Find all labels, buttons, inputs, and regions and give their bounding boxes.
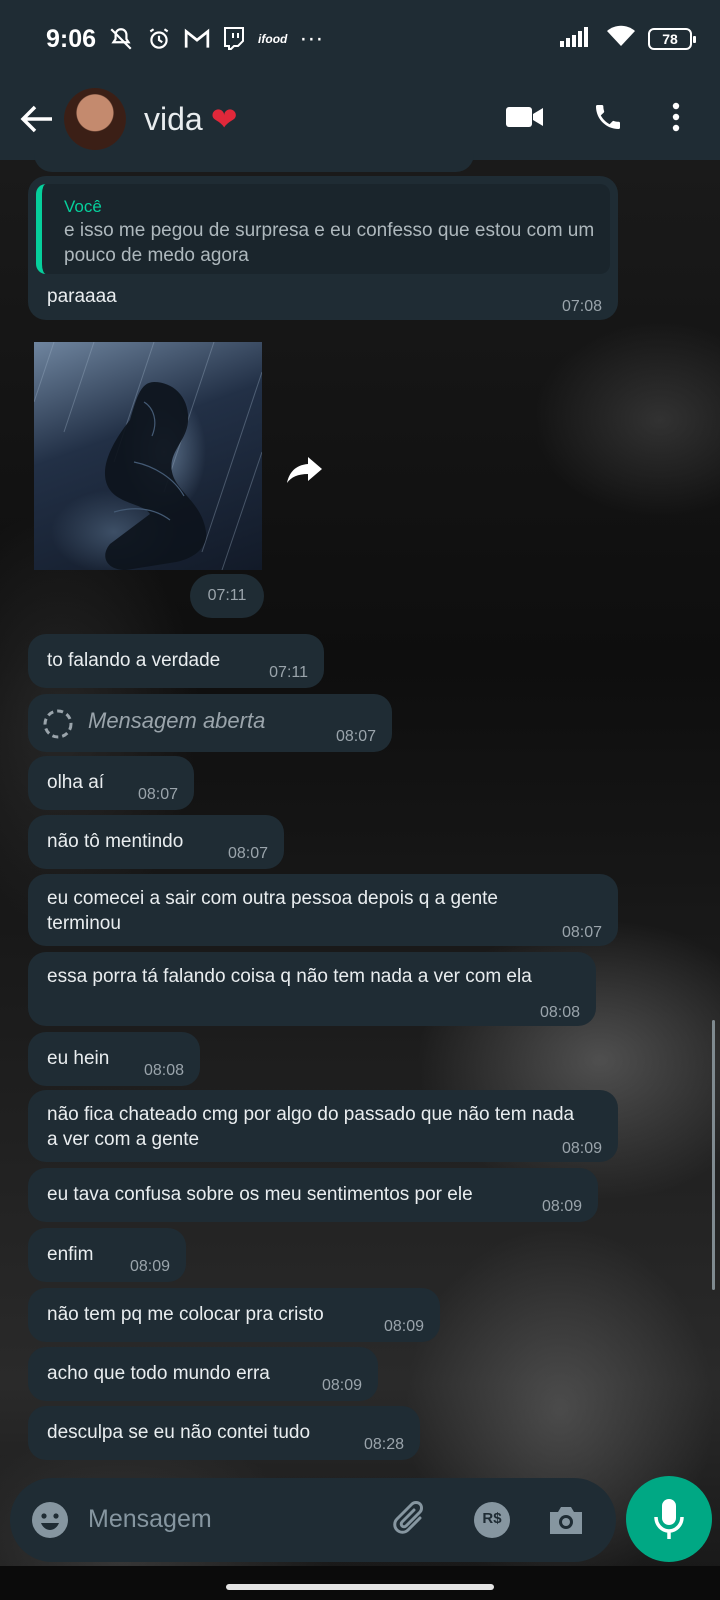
- message-bubble-reply[interactable]: Você e isso me pegou de surpresa e eu co…: [28, 176, 618, 320]
- message-time: 08:09: [541, 1198, 582, 1215]
- message-text: não tem pq me colocar pra cristo: [47, 1304, 324, 1325]
- message-bubble[interactable]: eu comecei a sair com outra pessoa depoi…: [28, 874, 618, 946]
- signal-icon: [560, 25, 594, 54]
- battery-level: 78: [662, 31, 678, 47]
- message-bubble-partial: [34, 150, 474, 172]
- message-text: eu comecei a sair com outra pessoa depoi…: [47, 888, 498, 934]
- emoji-button[interactable]: [30, 1500, 70, 1545]
- back-button[interactable]: [12, 104, 62, 134]
- message-time: 08:28: [363, 1436, 404, 1453]
- message-time: 08:09: [383, 1318, 424, 1335]
- message-text: não fica chateado cmg por algo do passad…: [47, 1104, 575, 1150]
- message-bubble[interactable]: desculpa se eu não contei tudo 08:28: [28, 1406, 420, 1460]
- message-bubble[interactable]: não tem pq me colocar pra cristo 08:09: [28, 1288, 440, 1342]
- attach-button[interactable]: [392, 1500, 432, 1545]
- alarm-icon: [146, 26, 172, 52]
- image-time-badge: 07:11: [190, 574, 264, 618]
- video-camera-icon: [506, 106, 543, 127]
- image-message[interactable]: [33, 341, 263, 571]
- more-notifications-icon: ···: [299, 25, 324, 52]
- message-time: 07:11: [269, 664, 308, 681]
- battery-icon: 78: [648, 28, 696, 50]
- message-text: essa porra tá falando coisa q não tem na…: [47, 966, 532, 987]
- message-bubble[interactable]: to falando a verdade 07:11: [28, 634, 324, 688]
- contact-name[interactable]: vida ❤: [144, 100, 238, 138]
- view-once-label: Mensagem aberta: [88, 708, 266, 733]
- message-time: 08:08: [539, 1004, 580, 1021]
- view-once-icon: [42, 708, 74, 747]
- quoted-message[interactable]: Você e isso me pegou de surpresa e eu co…: [36, 184, 610, 274]
- message-time: 08:09: [129, 1258, 170, 1275]
- message-time: 07:08: [561, 298, 602, 315]
- spiderman-image: [33, 341, 263, 571]
- heart-icon: ❤: [210, 101, 238, 137]
- message-bubble[interactable]: eu tava confusa sobre os meu sentimentos…: [28, 1168, 598, 1222]
- message-text: não tô mentindo: [47, 831, 184, 852]
- kebab-menu-icon: [672, 102, 680, 131]
- message-text: enfim: [47, 1244, 94, 1265]
- message-bubble[interactable]: olha aí 08:07: [28, 756, 194, 810]
- message-time: 08:09: [321, 1377, 362, 1394]
- contact-name-label: vida: [144, 100, 203, 137]
- status-bar: 9:06 ifood ··· 78: [0, 0, 720, 78]
- home-gesture-bar[interactable]: [226, 1584, 494, 1590]
- payment-label: R$: [482, 1510, 502, 1527]
- twitch-icon: [222, 26, 246, 52]
- message-bubble[interactable]: eu hein 08:08: [28, 1032, 200, 1086]
- message-text: eu tava confusa sobre os meu sentimentos…: [47, 1184, 473, 1205]
- quote-text: e isso me pegou de surpresa e eu confess…: [64, 220, 595, 266]
- forward-button[interactable]: [286, 455, 324, 490]
- message-time: 08:07: [137, 786, 178, 803]
- forward-arrow-icon: [287, 457, 322, 483]
- chat-header: vida ❤: [0, 78, 720, 160]
- message-bubble-view-once[interactable]: Mensagem aberta 08:07: [28, 694, 392, 752]
- message-bubble[interactable]: essa porra tá falando coisa q não tem na…: [28, 952, 596, 1026]
- message-time: 07:11: [207, 587, 247, 604]
- contact-avatar[interactable]: [64, 88, 126, 150]
- ifood-icon: ifood: [258, 32, 288, 46]
- wifi-icon: [606, 24, 636, 55]
- message-text: desculpa se eu não contei tudo: [47, 1422, 311, 1443]
- mute-icon: [108, 26, 134, 52]
- microphone-icon: [654, 1499, 684, 1539]
- emoji-icon: [32, 1502, 68, 1538]
- message-time: 08:07: [227, 845, 268, 862]
- system-nav-bar: [0, 1566, 720, 1600]
- message-input[interactable]: Mensagem: [88, 1505, 212, 1534]
- paperclip-icon: [393, 1501, 423, 1534]
- message-bubble[interactable]: acho que todo mundo erra 08:09: [28, 1347, 378, 1401]
- message-time: 08:09: [561, 1140, 602, 1157]
- message-bubble[interactable]: não tô mentindo 08:07: [28, 815, 284, 869]
- payment-button[interactable]: R$: [472, 1500, 512, 1545]
- message-time: 08:07: [335, 728, 376, 745]
- message-composer[interactable]: Mensagem R$: [10, 1478, 616, 1562]
- message-text: acho que todo mundo erra: [47, 1363, 270, 1384]
- message-bubble[interactable]: enfim 08:09: [28, 1228, 186, 1282]
- chat-scrollbar[interactable]: [712, 1020, 715, 1290]
- message-text: paraaaa: [47, 286, 117, 307]
- status-time: 9:06: [46, 24, 97, 53]
- phone-icon: [596, 104, 620, 129]
- voice-message-button[interactable]: [626, 1476, 712, 1562]
- camera-icon: [550, 1507, 582, 1534]
- message-time: 08:07: [561, 924, 602, 941]
- quote-author: Você: [64, 197, 102, 216]
- message-text: eu hein: [47, 1048, 110, 1069]
- message-text: olha aí: [47, 772, 105, 793]
- message-bubble[interactable]: não fica chateado cmg por algo do passad…: [28, 1090, 618, 1162]
- camera-button[interactable]: [546, 1500, 586, 1545]
- arrow-left-icon: [20, 105, 52, 133]
- message-text: to falando a verdade: [47, 650, 221, 671]
- video-call-button[interactable]: [506, 105, 544, 134]
- message-time: 08:08: [143, 1062, 184, 1079]
- more-options-button[interactable]: [672, 102, 680, 137]
- gmail-icon: [184, 28, 210, 50]
- voice-call-button[interactable]: [592, 101, 624, 138]
